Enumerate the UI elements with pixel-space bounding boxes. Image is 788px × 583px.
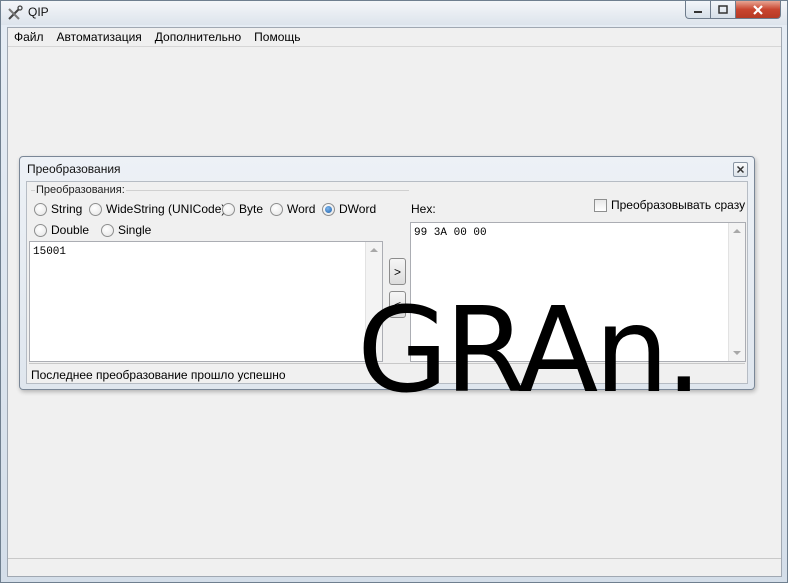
radio-single[interactable]: Single [101, 222, 151, 238]
minimize-icon [694, 10, 702, 13]
main-status-bar [8, 558, 781, 576]
checkbox-label: Преобразовывать сразу [611, 198, 746, 212]
hex-scrollbar[interactable] [728, 223, 745, 361]
radio-double[interactable]: Double [34, 222, 89, 238]
radio-dword[interactable]: DWord [322, 201, 376, 217]
radio-indicator-selected [322, 202, 335, 216]
close-button[interactable] [736, 1, 781, 19]
main-window: QIP Файл Автоматизация Дополнительно Пом… [0, 0, 788, 583]
watermark-text: GRAn. [357, 281, 703, 419]
scroll-down-icon[interactable] [733, 351, 741, 355]
tools-icon [8, 5, 23, 20]
checkbox-box [594, 198, 607, 212]
menu-automation[interactable]: Автоматизация [51, 28, 149, 47]
scroll-up-icon[interactable] [733, 229, 741, 233]
close-icon [736, 165, 745, 174]
radio-label: Single [118, 223, 152, 237]
title-bar[interactable]: QIP [1, 1, 787, 25]
radio-label: String [51, 202, 83, 216]
radio-string[interactable]: String [34, 201, 82, 217]
radio-byte[interactable]: Byte [222, 201, 263, 217]
window-title: QIP [28, 5, 49, 19]
menu-help[interactable]: Помощь [248, 28, 307, 47]
dialog-close-button[interactable] [733, 162, 748, 177]
scroll-up-icon[interactable] [370, 248, 378, 252]
radio-word[interactable]: Word [270, 201, 315, 217]
dialog-title: Преобразования [27, 162, 121, 176]
radio-widestring[interactable]: WideString (UNICode) [89, 201, 225, 217]
menu-bar: Файл Автоматизация Дополнительно Помощь [8, 28, 781, 47]
convert-immediately-checkbox[interactable]: Преобразовывать сразу [594, 198, 745, 212]
radio-indicator [101, 223, 114, 237]
input-textarea[interactable]: 15001 [29, 241, 383, 362]
radio-indicator [222, 202, 235, 216]
menu-file[interactable]: Файл [8, 28, 51, 47]
minimize-button[interactable] [685, 1, 711, 19]
input-value: 15001 [33, 246, 67, 258]
radio-indicator [34, 202, 47, 216]
caption-buttons [685, 1, 781, 19]
group-label: Преобразования: [35, 184, 126, 196]
maximize-button[interactable] [711, 1, 736, 19]
radio-label: Double [51, 223, 90, 237]
maximize-icon [718, 5, 728, 14]
menu-extra[interactable]: Дополнительно [149, 28, 248, 47]
close-icon [753, 4, 763, 15]
status-text: Последнее преобразование прошло успешно [31, 368, 286, 382]
radio-indicator [89, 202, 102, 216]
radio-label: Word [287, 202, 316, 216]
radio-label: WideString (UNICode) [106, 202, 226, 216]
radio-indicator [270, 202, 283, 216]
radio-indicator [34, 223, 47, 237]
radio-label: Byte [239, 202, 264, 216]
hex-value: 99 3A 00 00 [414, 227, 487, 239]
radio-label: DWord [339, 202, 377, 216]
hex-label: Hex: [411, 202, 436, 216]
